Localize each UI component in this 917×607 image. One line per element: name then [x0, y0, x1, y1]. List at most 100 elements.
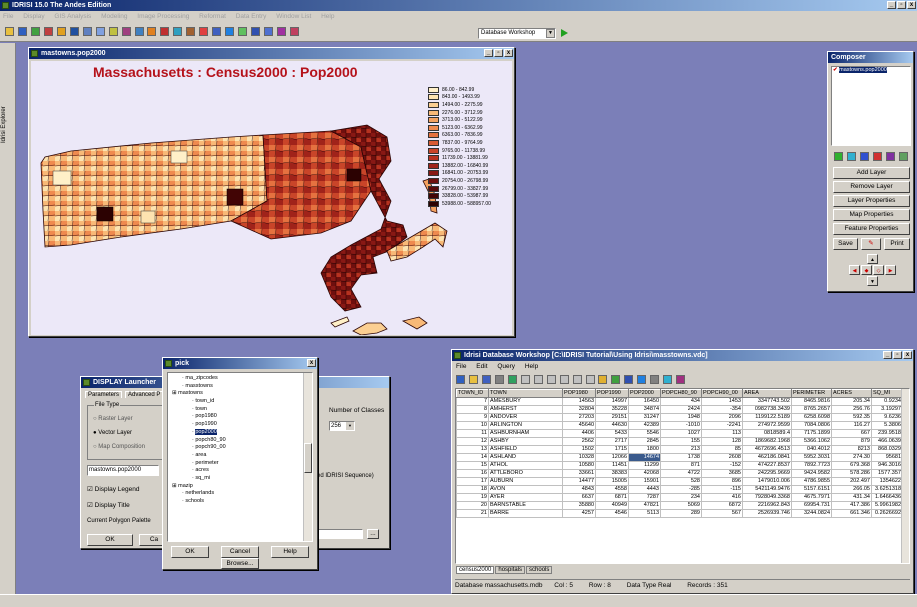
table-cell[interactable]: 528	[660, 477, 702, 486]
table-cell[interactable]: 1354622	[871, 477, 903, 486]
table-cell[interactable]: 6871	[595, 493, 629, 502]
table-cell[interactable]: 5433	[595, 429, 629, 438]
table-row[interactable]: 21 BARRE 4257 4546 5113 289 567 2526939.746 3244…	[456, 509, 903, 518]
table-cell[interactable]: 27203	[562, 413, 596, 422]
toolbar-icon-flag[interactable]	[289, 27, 299, 36]
db-icon-chart[interactable]	[663, 375, 673, 384]
toolbar-icon-measure[interactable]	[134, 27, 144, 36]
pick-close-button[interactable]: x	[307, 359, 316, 367]
table-cell[interactable]: 466.0639	[871, 437, 903, 446]
table-row[interactable]: 10 ARLINGTON 45640 44630 42389 -1010 -2241 2749…	[456, 421, 903, 430]
table-cell[interactable]: 8213	[831, 445, 872, 454]
table-cell[interactable]: 2526939.746	[742, 509, 792, 518]
table-row[interactable]: 18 AVON 4843 4558 4443 -285 -115 5421149.9476 51…	[456, 485, 903, 494]
toolbar-icon-database[interactable]	[251, 27, 261, 36]
map-close-button[interactable]: x	[504, 49, 513, 57]
toolbar-icon-grid[interactable]	[69, 27, 79, 36]
table-cell[interactable]: 11299	[628, 461, 661, 470]
table-cell[interactable]: 6637	[562, 493, 596, 502]
pan-up-icon[interactable]: ▲	[867, 254, 878, 264]
close-button[interactable]: x	[907, 1, 916, 9]
table-cell[interactable]: 1715	[595, 445, 629, 454]
table-cell[interactable]: 1577.357	[871, 469, 903, 478]
pan-left-icon[interactable]: ◀	[849, 265, 860, 275]
db-column-header[interactable]: POP1980	[562, 389, 596, 398]
table-cell[interactable]: ANDOVER	[488, 413, 563, 422]
menu-reformat[interactable]: Reformat	[199, 13, 226, 20]
table-cell[interactable]: 2562	[562, 437, 596, 446]
table-cell[interactable]: 8	[456, 405, 489, 414]
table-cell[interactable]: 69954.731	[791, 501, 832, 510]
table-cell[interactable]: 5.9961982	[871, 501, 903, 510]
vector-layer-radio[interactable]: ● Vector Layer	[93, 430, 132, 436]
table-cell[interactable]: 4443	[628, 485, 661, 494]
table-cell[interactable]: 0982738.3439	[742, 405, 792, 414]
table-row[interactable]: 14 ASHLAND 10328 12066 14674 1738 2608 462186.0…	[456, 453, 903, 462]
table-cell[interactable]: 14563	[562, 397, 596, 406]
table-cell[interactable]: 040.4012	[791, 445, 832, 454]
table-cell[interactable]: 7287	[628, 493, 661, 502]
db-menu-query[interactable]: Query	[497, 363, 515, 370]
table-cell[interactable]: AVON	[488, 485, 563, 494]
table-cell[interactable]: 155	[660, 437, 702, 446]
table-cell[interactable]: -285	[660, 485, 702, 494]
table-cell[interactable]: 946.3016	[871, 461, 903, 470]
table-cell[interactable]: -2241	[701, 421, 743, 430]
table-cell[interactable]: 14674	[628, 453, 661, 462]
table-cell[interactable]: AMHERST	[488, 405, 563, 414]
composer-layer-list[interactable]: ✔ mastowns.pop2000	[831, 66, 911, 146]
db-minimize-button[interactable]: _	[883, 351, 892, 359]
toolbar-icon-save[interactable]	[212, 27, 222, 36]
toolbar-icon-attribute[interactable]	[225, 27, 235, 36]
table-cell[interactable]: 213	[660, 445, 702, 454]
table-cell[interactable]: 3.6251318	[871, 485, 903, 494]
table-cell[interactable]: 5546	[628, 429, 661, 438]
db-scrollbar[interactable]	[901, 389, 909, 563]
table-cell[interactable]: 1027	[660, 429, 702, 438]
pick-cancel-button[interactable]: Cancel	[221, 546, 259, 558]
table-cell[interactable]: AYER	[488, 493, 563, 502]
table-cell[interactable]: 85	[701, 445, 743, 454]
composer-icon-green[interactable]	[834, 152, 843, 161]
display-launcher-tab-advanced[interactable]: Advanced P	[125, 391, 164, 398]
explorer-side-tab[interactable]: Idrisi Explorer	[0, 43, 16, 594]
pick-tree-item[interactable]: · area	[168, 452, 312, 460]
table-cell[interactable]: 661.346	[831, 509, 872, 518]
table-cell[interactable]: 7928049.3368	[742, 493, 792, 502]
toolbar-icon-overlay[interactable]	[95, 27, 105, 36]
table-cell[interactable]: 5069	[660, 501, 702, 510]
table-cell[interactable]: 14	[456, 453, 489, 462]
table-row[interactable]: 13 ASHFIELD 1502 1715 1800 213 85 4672696.4513 0…	[456, 445, 903, 454]
db-icon-import[interactable]	[650, 375, 660, 384]
table-cell[interactable]: 242295.9669	[742, 469, 792, 478]
file-name-field[interactable]: mastowns.pop2000	[87, 465, 159, 476]
db-icon-add[interactable]	[572, 375, 582, 384]
table-cell[interactable]: 592.35	[831, 413, 872, 422]
db-icon-query[interactable]	[624, 375, 634, 384]
table-cell[interactable]: 434	[660, 397, 702, 406]
num-classes-select[interactable]: 256 ▼	[329, 421, 355, 431]
db-icon-calc[interactable]	[676, 375, 686, 384]
pick-tree-item[interactable]: · perimeter	[168, 460, 312, 468]
table-cell[interactable]: 4546	[595, 509, 629, 518]
db-icon-link[interactable]	[598, 375, 608, 384]
table-row[interactable]: 7 AMESBURY 14563 14997 16450 434 1453 3347743.5…	[456, 397, 903, 406]
table-cell[interactable]: 1800	[628, 445, 661, 454]
table-cell[interactable]: 35880	[562, 501, 596, 510]
table-cell[interactable]: 38383	[595, 469, 629, 478]
table-cell[interactable]: 5.3806	[871, 421, 903, 430]
db-icon-delete[interactable]	[585, 375, 595, 384]
db-column-header[interactable]: TOWN	[488, 389, 563, 398]
db-icon-first[interactable]	[520, 375, 530, 384]
table-cell[interactable]: 9424.9582	[791, 469, 832, 478]
table-cell[interactable]: 16	[456, 469, 489, 478]
pan-down-icon[interactable]: ▼	[867, 276, 878, 286]
db-column-header[interactable]: POPCH80_90	[660, 389, 702, 398]
table-cell[interactable]: 2424	[660, 405, 702, 414]
table-cell[interactable]: 239.9518	[871, 429, 903, 438]
table-cell[interactable]: 896	[701, 477, 743, 486]
table-cell[interactable]: 679.368	[831, 461, 872, 470]
pick-tree-item[interactable]: · acres	[168, 467, 312, 475]
table-cell[interactable]: 2608	[701, 453, 743, 462]
check-icon[interactable]: ✔	[833, 67, 838, 73]
